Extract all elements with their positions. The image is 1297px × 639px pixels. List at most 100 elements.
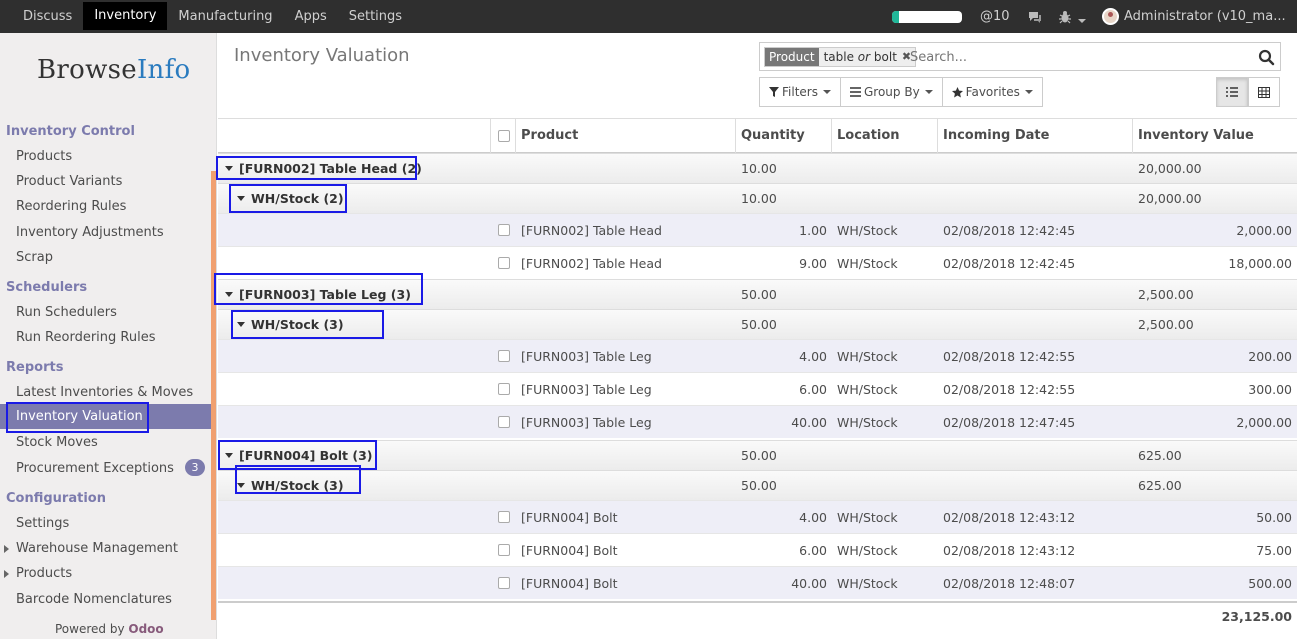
row-checkbox[interactable] xyxy=(498,544,510,556)
column-separator xyxy=(735,119,736,153)
sidebar-item-stock-moves[interactable]: Stock Moves xyxy=(16,435,98,450)
sidebar-item-warehouse-management[interactable]: Warehouse Management xyxy=(16,541,178,556)
sidebar-item-settings[interactable]: Settings xyxy=(16,516,69,531)
odoo-link[interactable]: Odoo xyxy=(128,622,163,636)
facet-value-2: bolt xyxy=(873,50,897,64)
column-header-product[interactable]: Product xyxy=(521,119,578,153)
cell-date: 02/08/2018 12:48:07 xyxy=(943,575,1076,591)
table-row[interactable]: [FURN004] Bolt 4.00 WH/Stock 02/08/2018 … xyxy=(218,500,1297,533)
table-row[interactable]: [FURN003] Table Leg 6.00 WH/Stock 02/08/… xyxy=(218,372,1297,405)
group-by-label: Group By xyxy=(863,85,920,99)
cell-value: 50.00 xyxy=(1256,509,1292,525)
cell-product: [FURN003] Table Leg xyxy=(521,414,652,430)
cell-quantity: 6.00 xyxy=(799,381,827,397)
group-by-button[interactable]: Group By xyxy=(840,78,943,106)
highlight-box xyxy=(214,273,423,305)
row-checkbox[interactable] xyxy=(498,416,510,428)
filters-button[interactable]: Filters xyxy=(760,78,841,106)
column-separator xyxy=(1132,119,1133,153)
cell-value: 18,000.00 xyxy=(1228,255,1292,271)
chat-icon[interactable] xyxy=(1027,0,1043,37)
cell-quantity: 6.00 xyxy=(799,542,827,558)
sidebar-item-latest-inventories[interactable]: Latest Inventories & Moves xyxy=(16,385,193,400)
cell-product: [FURN002] Table Head xyxy=(521,255,662,271)
cell-location: WH/Stock xyxy=(837,509,898,525)
select-all-checkbox[interactable] xyxy=(498,130,510,142)
group-value: 625.00 xyxy=(1138,448,1182,463)
menu-settings[interactable]: Settings xyxy=(338,0,413,33)
table-row[interactable]: [FURN003] Table Leg 40.00 WH/Stock 02/08… xyxy=(218,405,1297,438)
table-row[interactable]: [FURN004] Bolt 6.00 WH/Stock 02/08/2018 … xyxy=(218,533,1297,566)
row-checkbox[interactable] xyxy=(498,350,510,362)
planner-progress[interactable] xyxy=(892,11,962,23)
row-checkbox[interactable] xyxy=(498,511,510,523)
cell-value: 2,000.00 xyxy=(1236,414,1292,430)
debug-bug-icon[interactable] xyxy=(1058,0,1087,37)
cell-date: 02/08/2018 12:47:45 xyxy=(943,414,1076,430)
caret-right-icon[interactable] xyxy=(4,570,9,578)
cell-value: 75.00 xyxy=(1256,542,1292,558)
column-header-quantity[interactable]: Quantity xyxy=(741,119,805,153)
row-checkbox[interactable] xyxy=(498,224,510,236)
logo-text-browse: Browse xyxy=(37,55,137,85)
total-inventory-value: 23,125.00 xyxy=(1221,609,1292,624)
column-header-incoming-date[interactable]: Incoming Date xyxy=(943,119,1049,153)
subgroup-row[interactable]: WH/Stock (3) 50.00 625.00 xyxy=(218,470,1297,500)
column-separator xyxy=(515,119,516,153)
list-view: Product Quantity Location Incoming Date … xyxy=(218,118,1297,639)
search-icon[interactable] xyxy=(1254,45,1278,69)
sidebar-item-run-reordering-rules[interactable]: Run Reordering Rules xyxy=(16,330,155,345)
logo-text-info: Info xyxy=(136,55,191,85)
list-view-icon[interactable] xyxy=(1216,77,1248,107)
cell-product: [FURN003] Table Leg xyxy=(521,348,652,364)
table-row[interactable]: [FURN004] Bolt 40.00 WH/Stock 02/08/2018… xyxy=(218,566,1297,599)
table-row[interactable]: [FURN003] Table Leg 4.00 WH/Stock 02/08/… xyxy=(218,339,1297,372)
mentions-counter[interactable]: @10 xyxy=(980,0,1010,33)
pivot-view-icon[interactable] xyxy=(1248,77,1280,107)
row-checkbox[interactable] xyxy=(498,257,510,269)
sidebar-item-product-variants[interactable]: Product Variants xyxy=(16,174,122,189)
cell-value: 200.00 xyxy=(1248,348,1292,364)
menu-apps[interactable]: Apps xyxy=(284,0,338,33)
caret-right-icon[interactable] xyxy=(4,545,9,553)
search-input[interactable] xyxy=(910,47,1240,67)
row-checkbox[interactable] xyxy=(498,383,510,395)
sidebar-item-run-schedulers[interactable]: Run Schedulers xyxy=(16,305,117,320)
group-row[interactable]: [FURN004] Bolt (3) 50.00 625.00 xyxy=(218,440,1297,470)
sidebar-item-barcode-nomenclatures[interactable]: Barcode Nomenclatures xyxy=(16,592,172,607)
control-panel: Inventory Valuation Product table or bol… xyxy=(218,33,1297,118)
cell-date: 02/08/2018 12:42:55 xyxy=(943,381,1076,397)
page-title: Inventory Valuation xyxy=(234,45,410,66)
table-row[interactable]: [FURN002] Table Head 1.00 WH/Stock 02/08… xyxy=(218,213,1297,246)
menu-discuss[interactable]: Discuss xyxy=(12,0,83,33)
sidebar-item-scrap[interactable]: Scrap xyxy=(16,250,53,265)
favorites-button[interactable]: Favorites xyxy=(942,78,1042,106)
sidebar-item-inventory-adjustments[interactable]: Inventory Adjustments xyxy=(16,225,164,240)
sidebar-item-procurement-exceptions[interactable]: Procurement Exceptions xyxy=(16,461,174,476)
highlight-box xyxy=(6,402,149,433)
cell-date: 02/08/2018 12:43:12 xyxy=(943,509,1076,525)
sidebar-item-config-products[interactable]: Products xyxy=(16,566,72,581)
column-header-inventory-value[interactable]: Inventory Value xyxy=(1138,119,1254,153)
cell-quantity: 4.00 xyxy=(799,348,827,364)
menu-manufacturing[interactable]: Manufacturing xyxy=(167,0,283,33)
sidebar-item-reordering-rules[interactable]: Reordering Rules xyxy=(16,199,126,214)
subgroup-quantity: 50.00 xyxy=(741,478,777,493)
column-separator xyxy=(490,119,491,153)
search-facet-product[interactable]: Product table or bolt ✖ xyxy=(764,47,917,67)
cell-date: 02/08/2018 12:42:45 xyxy=(943,222,1076,238)
subgroup-value: 625.00 xyxy=(1138,478,1182,493)
group-value: 2,500.00 xyxy=(1138,287,1194,302)
subgroup-row[interactable]: WH/Stock (2) 10.00 20,000.00 xyxy=(218,183,1297,213)
filter-icon xyxy=(769,87,779,97)
row-checkbox[interactable] xyxy=(498,577,510,589)
sidebar-item-products[interactable]: Products xyxy=(16,149,72,164)
search-box[interactable]: Product table or bolt ✖ xyxy=(759,42,1281,71)
column-header-location[interactable]: Location xyxy=(837,119,900,153)
menu-inventory[interactable]: Inventory xyxy=(83,2,168,30)
powered-by-prefix: Powered by xyxy=(55,622,125,636)
user-avatar[interactable] xyxy=(1102,8,1119,25)
cell-location: WH/Stock xyxy=(837,348,898,364)
cell-location: WH/Stock xyxy=(837,575,898,591)
cell-product: [FURN004] Bolt xyxy=(521,575,618,591)
